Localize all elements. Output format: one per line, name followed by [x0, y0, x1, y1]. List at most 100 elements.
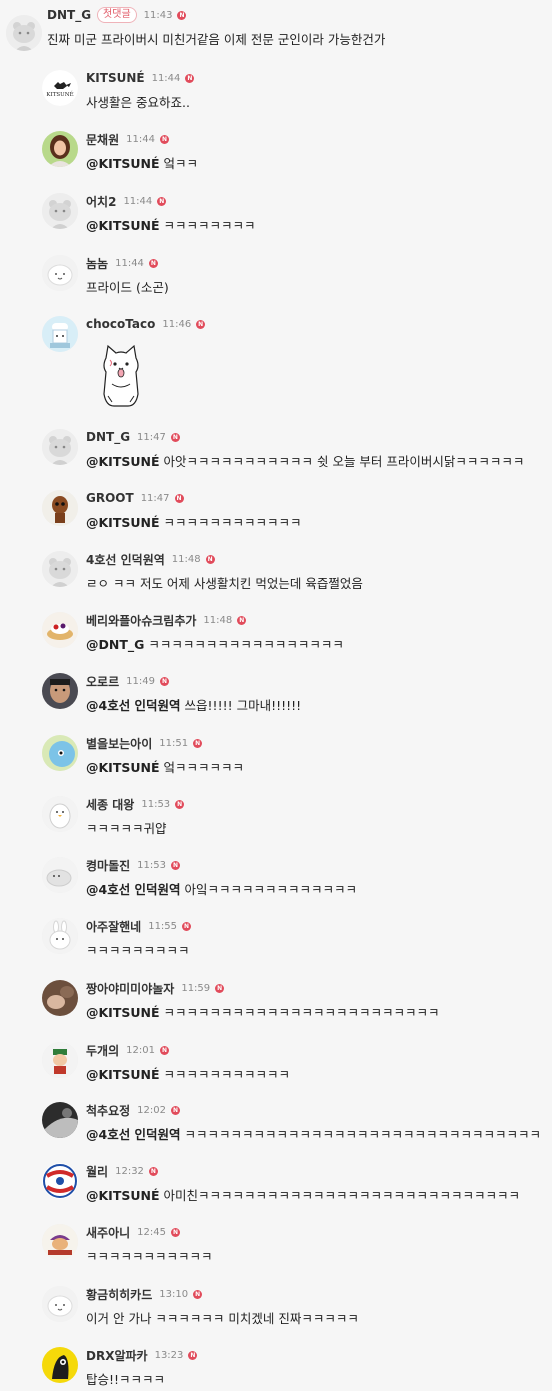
bird-avatar[interactable] [42, 735, 78, 771]
mention-link[interactable]: @KITSUNÉ [86, 218, 160, 233]
white-bunny-avatar[interactable] [42, 255, 78, 291]
comment-time: 12:45 [137, 1226, 166, 1238]
comment-header: KITSUNÉ 11:44 N [86, 70, 195, 86]
comment-author[interactable]: 짱아야미미야놀자 [86, 980, 174, 997]
comment-item: 척추요정 12:02 N @4호선 인덕원역 ㅋㅋㅋㅋㅋㅋㅋㅋㅋㅋㅋㅋㅋㅋㅋㅋㅋㅋㅋㅋ… [0, 1102, 552, 1152]
mention-link[interactable]: @4호선 인덕원역 [86, 1127, 181, 1142]
comment-time: 12:32 [115, 1165, 144, 1177]
mention-link[interactable]: @KITSUNÉ [86, 156, 160, 171]
waffle-avatar[interactable] [42, 612, 78, 648]
comment-time: 11:53 [141, 798, 171, 810]
comment-author[interactable]: 별을보는아이 [86, 735, 152, 752]
comment-author[interactable]: 오로르 [86, 673, 119, 690]
comment-text: ㄹㅇ ㅋㅋ 저도 어제 사생활치킨 먹었는데 육즙쩔었음 [86, 573, 363, 592]
comment-author[interactable]: GROOT [86, 491, 134, 505]
comment-author[interactable]: DRX알파카 [86, 1347, 148, 1364]
comment-author[interactable]: 베리와플아슈크림추가 [86, 612, 196, 629]
character-avatar[interactable] [42, 1042, 78, 1078]
comment-header: GROOT 11:47 N [86, 490, 184, 506]
comment-author[interactable]: DNT_G [47, 8, 91, 22]
comment-author[interactable]: 황금히히카드 [86, 1286, 152, 1303]
comment-time: 11:51 [159, 737, 189, 749]
comment-header: 어치2 11:44 N [86, 193, 167, 210]
gray-bear-avatar[interactable] [42, 193, 78, 229]
comment-header: 새주아니 12:45 N [86, 1224, 180, 1240]
mention-link[interactable]: @KITSUNÉ [86, 1067, 160, 1082]
comment-text: @KITSUNÉ 아미친ㅋㅋㅋㅋㅋㅋㅋㅋㅋㅋㅋㅋㅋㅋㅋㅋㅋㅋㅋㅋㅋㅋㅋㅋㅋㅋㅋㅋ [86, 1185, 520, 1204]
gray-bear-avatar[interactable] [6, 15, 42, 51]
new-badge-icon: N [171, 1227, 180, 1237]
comment-author[interactable]: 어치2 [86, 193, 116, 210]
comment-author[interactable]: 두개의 [86, 1042, 119, 1059]
comment-item: DNT_G 첫댓글 11:43 N 진짜 미군 프라이버시 미친거같음 이제 전문 군인… [0, 7, 552, 57]
comment-body: 아앗ㅋㅋㅋㅋㅋㅋㅋㅋㅋㅋㅋ 쉿 오늘 부터 프라이버시닭ㅋㅋㅋㅋㅋㅋ [163, 454, 525, 469]
mention-link[interactable]: @KITSUNÉ [86, 760, 160, 775]
mention-link[interactable]: @4호선 인덕원역 [86, 882, 181, 897]
comment-text: @KITSUNÉ ㅋㅋㅋㅋㅋㅋㅋㅋㅋㅋㅋㅋㅋㅋㅋㅋㅋㅋㅋㅋㅋㅋㅋㅋ [86, 1002, 440, 1021]
comment-body: 아잌ㅋㅋㅋㅋㅋㅋㅋㅋㅋㅋㅋㅋㅋ [184, 882, 358, 897]
new-badge-icon: N [215, 983, 225, 993]
comment-author[interactable]: 월리 [86, 1163, 108, 1180]
new-badge-icon: N [171, 1105, 180, 1115]
comment-author[interactable]: 놈놈 [86, 255, 108, 272]
new-badge-icon: N [170, 432, 180, 442]
mention-link[interactable]: @DNT_G [86, 637, 144, 652]
comment-thread: DNT_G 첫댓글 11:43 N 진짜 미군 프라이버시 미친거같음 이제 전문 군인… [0, 0, 552, 1391]
comment-body: 프라이드 (소곤) [86, 280, 169, 295]
comment-body: 엌ㅋㅋㅋㅋㅋㅋ [163, 760, 245, 775]
new-badge-icon: N [159, 676, 169, 686]
comment-body: ㄹㅇ ㅋㅋ 저도 어제 사생활치킨 먹었는데 육즙쩔었음 [86, 576, 363, 591]
comment-author[interactable]: 켱마돌진 [86, 857, 130, 874]
comment-author[interactable]: KITSUNÉ [86, 71, 145, 85]
gray-bear-avatar[interactable] [42, 429, 78, 465]
drx-logo-avatar[interactable] [42, 1347, 78, 1383]
comment-time: 11:44 [126, 133, 155, 145]
rabbit-avatar[interactable] [42, 918, 78, 954]
bw-photo-avatar[interactable] [42, 1102, 78, 1138]
groot-avatar[interactable] [42, 490, 78, 526]
comment-header: 척추요정 12:02 N [86, 1102, 180, 1118]
chef-character-avatar[interactable] [42, 316, 78, 352]
comment-body: 사생활은 중요하죠.. [86, 95, 190, 110]
cartoon-avatar[interactable] [42, 1224, 78, 1260]
comment-author[interactable]: 새주아니 [86, 1224, 130, 1241]
comment-body: 이거 안 가나 ㅋㅋㅋㅋㅋㅋ 미치겠네 진짜ㅋㅋㅋㅋㅋ [86, 1311, 359, 1326]
comment-body: ㅋㅋㅋㅋㅋㅋㅋㅋㅋㅋㅋ [86, 1249, 213, 1264]
comment-author[interactable]: 척추요정 [86, 1102, 130, 1119]
comment-author[interactable]: DNT_G [86, 430, 130, 444]
comment-time: 11:47 [137, 431, 166, 443]
comment-time: 11:46 [162, 318, 192, 330]
gray-bear-avatar[interactable] [42, 551, 78, 587]
mention-link[interactable]: @KITSUNÉ [86, 515, 160, 530]
woman-photo-avatar[interactable] [42, 131, 78, 167]
comment-header: DRX알파카 13:23 N [86, 1347, 198, 1364]
comment-item: 두개의 12:01 N @KITSUNÉ ㅋㅋㅋㅋㅋㅋㅋㅋㅋㅋㅋ [0, 1042, 552, 1092]
new-badge-icon: N [188, 1350, 198, 1360]
comment-body: ㅋㅋㅋㅋㅋㅋㅋㅋㅋㅋㅋㅋ [163, 515, 302, 530]
comment-time: 11:48 [171, 553, 201, 565]
seal-avatar[interactable] [42, 857, 78, 893]
comment-author[interactable]: 4호선 인덕원역 [86, 551, 165, 568]
photo-avatar[interactable] [42, 980, 78, 1016]
mention-link[interactable]: @4호선 인덕원역 [86, 698, 181, 713]
kitsune-fox-logo-avatar[interactable]: KITSUNÉ [42, 70, 78, 106]
man-photo-avatar[interactable] [42, 673, 78, 709]
comment-body: ㅋㅋㅋㅋㅋㅋㅋㅋ [163, 218, 256, 233]
comment-text: @KITSUNÉ 아앗ㅋㅋㅋㅋㅋㅋㅋㅋㅋㅋㅋ 쉿 오늘 부터 프라이버시닭ㅋㅋㅋ… [86, 451, 524, 470]
comment-body: ㅋㅋㅋㅋㅋ귀얍 [86, 821, 167, 836]
mention-link[interactable]: @KITSUNÉ [86, 1005, 160, 1020]
comment-item: 짱아야미미야놀자 11:59 N @KITSUNÉ ㅋㅋㅋㅋㅋㅋㅋㅋㅋㅋㅋㅋㅋㅋㅋㅋㅋ… [0, 980, 552, 1030]
comment-author[interactable]: chocoTaco [86, 317, 155, 331]
comment-header: 놈놈 11:44 N [86, 255, 158, 271]
comment-author[interactable]: 문채원 [86, 131, 119, 148]
comment-item: 오로르 11:49 N @4호선 인덕원역 쓰읍!!!!! 그마내!!!!!! [0, 673, 552, 723]
comment-item: 별을보는아이 11:51 N @KITSUNÉ 엌ㅋㅋㅋㅋㅋㅋ [0, 735, 552, 785]
penguin-avatar[interactable] [42, 796, 78, 832]
comment-header: 세종 대왕 11:53 N [86, 796, 185, 813]
wally-logo-avatar[interactable] [42, 1163, 78, 1199]
white-bunny-avatar[interactable] [42, 1286, 78, 1322]
mention-link[interactable]: @KITSUNÉ [86, 454, 160, 469]
comment-author[interactable]: 아주잘핸네 [86, 918, 141, 935]
mention-link[interactable]: @KITSUNÉ [86, 1188, 160, 1203]
comment-author[interactable]: 세종 대왕 [86, 796, 134, 813]
